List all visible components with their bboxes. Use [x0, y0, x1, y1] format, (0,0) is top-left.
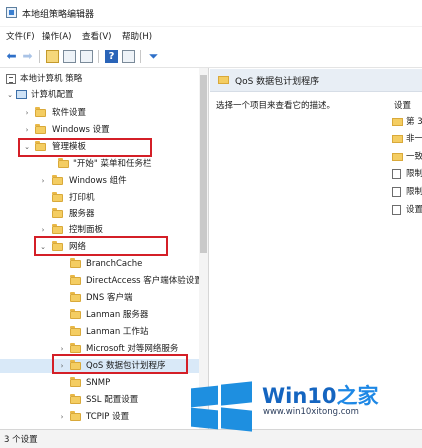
folder-up-icon[interactable]: [46, 50, 59, 63]
tree-item-directaccess[interactable]: DirectAccess 客户端体验设置: [0, 274, 203, 288]
tree-item-snmp[interactable]: SNMP: [0, 376, 199, 390]
tree-scrollbar-thumb[interactable]: [200, 75, 207, 253]
folder-icon: [70, 275, 81, 285]
highlight-box-admin-templates: [18, 138, 152, 157]
tree-item-control-panel[interactable]: › 控制面板: [0, 223, 199, 237]
status-bar: 3 个设置: [0, 429, 422, 448]
computer-icon: [16, 90, 27, 99]
tree-item-computer-config[interactable]: ⌄ 计算机配置: [0, 88, 199, 102]
toolbar-separator: [39, 50, 40, 63]
toolbar: ⬅ ➡ ? ⏷: [0, 46, 422, 68]
folder-icon: [52, 175, 63, 185]
window-title: 本地组策略编辑器: [22, 10, 95, 20]
tree-item-dns-client[interactable]: DNS 客户端: [0, 291, 199, 305]
help-icon[interactable]: ?: [105, 50, 118, 63]
tree-item-ssl[interactable]: SSL 配置设置: [0, 393, 199, 407]
folder-icon: [58, 158, 69, 168]
folder-icon: [392, 153, 403, 161]
folder-icon: [392, 135, 403, 143]
folder-icon: [70, 411, 81, 421]
highlight-box-qos: [52, 354, 188, 374]
properties-icon[interactable]: [122, 50, 135, 63]
chevron-right-icon[interactable]: ›: [23, 106, 31, 120]
chevron-right-icon[interactable]: ›: [58, 410, 66, 424]
folder-icon: [70, 292, 81, 302]
folder-icon: [392, 118, 403, 126]
policy-setting-icon: [392, 187, 401, 197]
folder-icon: [70, 309, 81, 319]
settings-list: 第 3 层优先级值 非一致性数据包 一致性数据包 限制未完成的数据包 限制可保留…: [210, 68, 422, 429]
menu-bar: 文件(F) 操作(A) 查看(V) 帮助(H): [0, 27, 422, 44]
chevron-right-icon[interactable]: ›: [23, 123, 31, 137]
tree-item-tcpip[interactable]: › TCPIP 设置: [0, 410, 199, 424]
folder-icon: [70, 377, 81, 387]
tree-item-branchcache[interactable]: BranchCache: [0, 257, 199, 271]
watermark-brand: Win10之家: [262, 384, 379, 408]
folder-icon: [70, 394, 81, 404]
windows-logo-icon: [191, 381, 253, 432]
menu-help[interactable]: 帮助(H): [122, 30, 152, 42]
highlight-box-network: [34, 236, 168, 256]
title-bar: 本地组策略编辑器: [0, 0, 422, 27]
tree-item-printers[interactable]: 打印机: [0, 191, 199, 205]
export-icon[interactable]: [80, 50, 93, 63]
tree-item-server[interactable]: 服务器: [0, 207, 199, 221]
tree-item-lanman-workstation[interactable]: Lanman 工作站: [0, 325, 199, 339]
tree-item-start-menu[interactable]: "开始" 菜单和任务栏: [0, 157, 199, 171]
toolbar-separator: [140, 50, 141, 63]
folder-icon: [70, 258, 81, 268]
menu-view[interactable]: 查看(V): [82, 30, 111, 42]
policy-setting-icon: [392, 169, 401, 179]
folder-icon: [52, 208, 63, 218]
forward-icon[interactable]: ➡: [21, 50, 34, 63]
folder-icon: [52, 192, 63, 202]
folder-icon: [35, 124, 46, 134]
chevron-down-icon[interactable]: ⌄: [6, 88, 14, 102]
toolbar-separator: [98, 50, 99, 63]
chevron-right-icon[interactable]: ›: [39, 174, 47, 188]
tree-item-windows-settings[interactable]: › Windows 设置: [0, 123, 199, 137]
status-text: 3 个设置: [4, 435, 38, 445]
show-hide-tree-icon[interactable]: [63, 50, 76, 63]
chevron-right-icon[interactable]: ›: [39, 223, 47, 237]
tree-item-lanman-server[interactable]: Lanman 服务器: [0, 308, 199, 322]
tree-item-software-settings[interactable]: › 软件设置: [0, 106, 199, 120]
menu-file[interactable]: 文件(F): [6, 30, 35, 42]
menu-action[interactable]: 操作(A): [42, 30, 71, 42]
tree-item-root[interactable]: 本地计算机 策略: [0, 72, 199, 86]
folder-icon: [52, 224, 63, 234]
tree-item-windows-components[interactable]: › Windows 组件: [0, 174, 199, 188]
app-icon: [6, 7, 17, 18]
policy-setting-icon: [392, 205, 401, 215]
policy-icon: [6, 74, 16, 84]
folder-icon: [70, 343, 81, 353]
folder-icon: [70, 326, 81, 336]
folder-icon: [35, 107, 46, 117]
back-icon[interactable]: ⬅: [5, 50, 18, 63]
filter-icon[interactable]: ⏷: [147, 50, 160, 63]
watermark-url: www.win10xitong.com: [263, 407, 359, 417]
